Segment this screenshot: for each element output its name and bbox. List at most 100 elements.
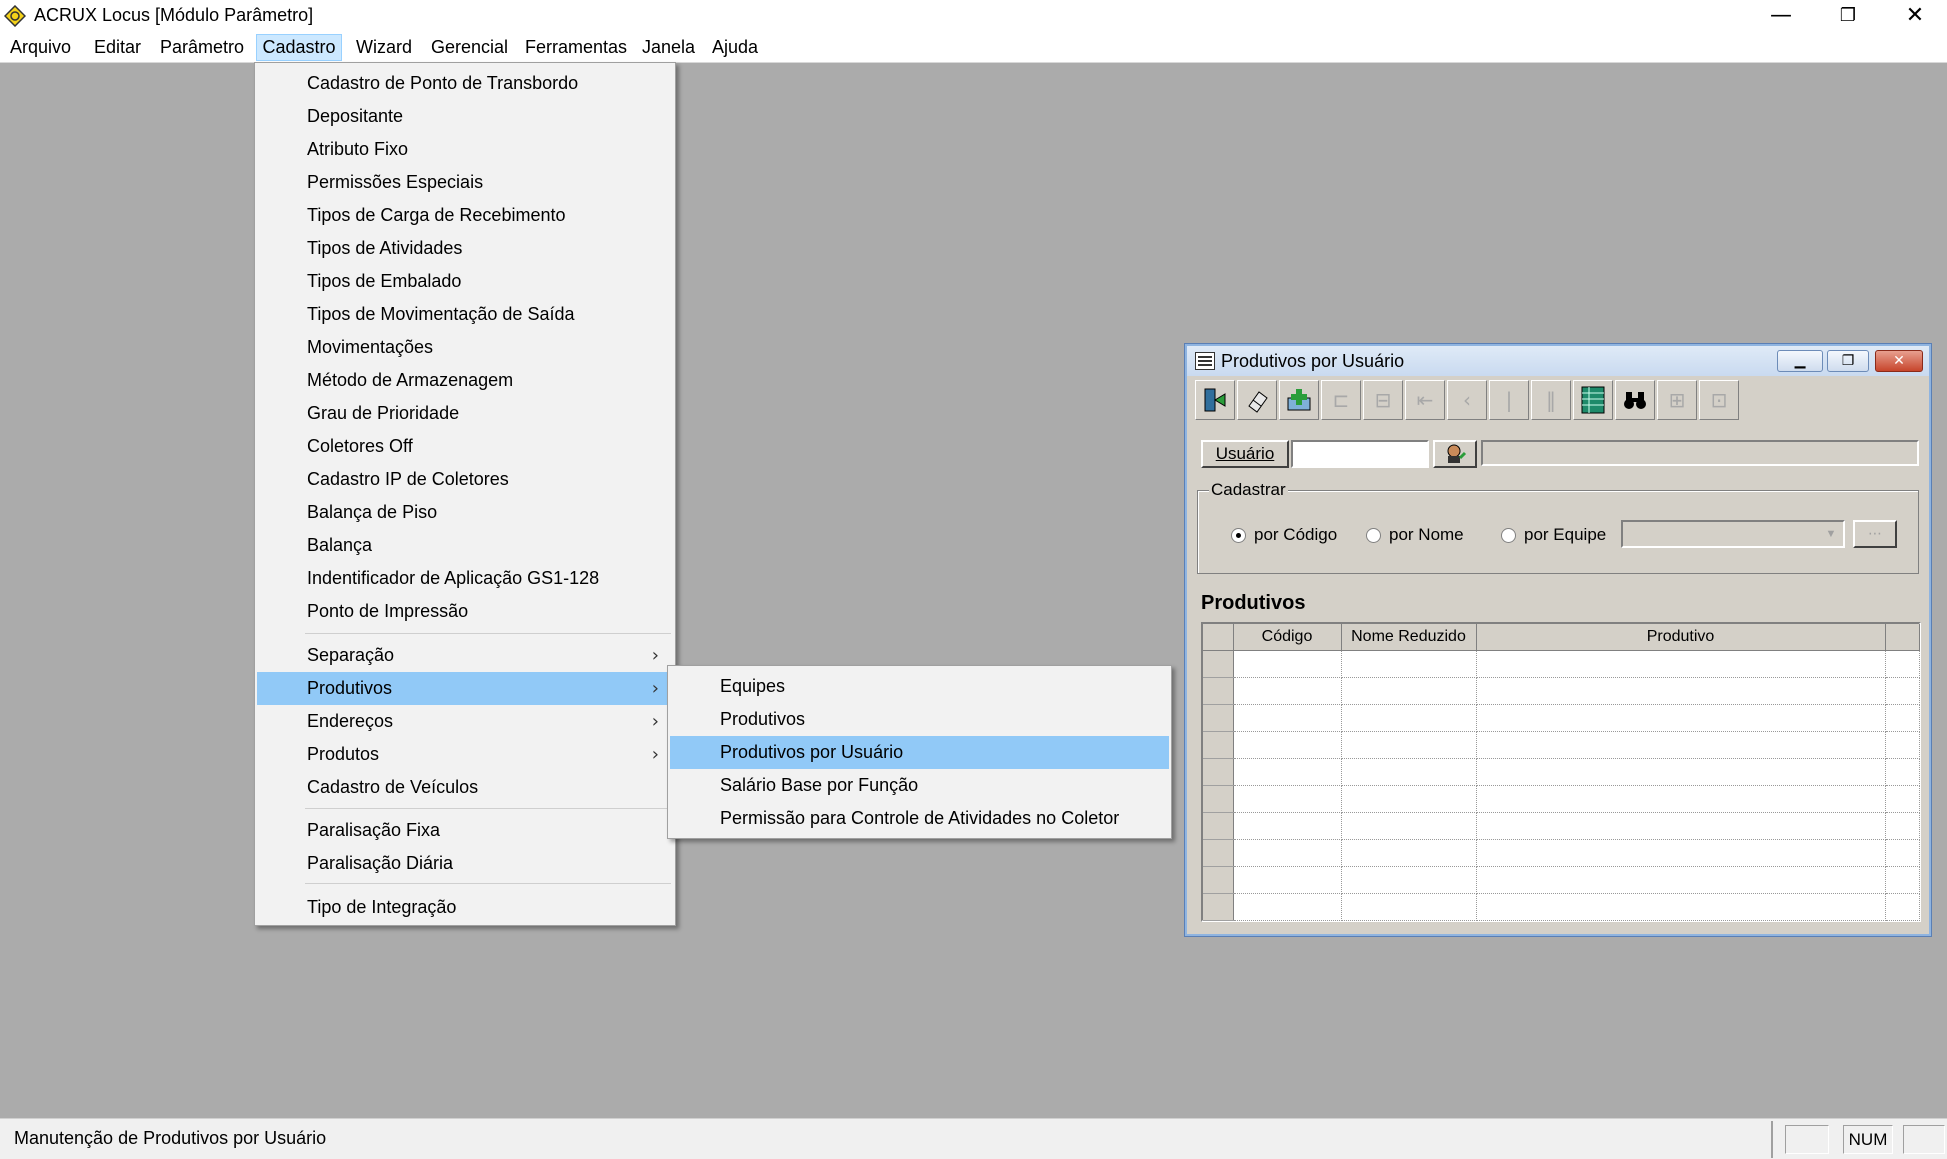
export-icon[interactable]: ⊞ xyxy=(1657,380,1697,420)
menu-item-cadastro-ip-coletores[interactable]: Cadastro IP de Coletores xyxy=(257,463,673,496)
child-minimize-button[interactable]: ▁ xyxy=(1777,350,1823,372)
table-cell[interactable] xyxy=(1341,731,1477,759)
menu-item-separacao[interactable]: Separação › xyxy=(257,639,673,672)
table-cell[interactable] xyxy=(1885,677,1920,705)
column-header-codigo[interactable]: Código xyxy=(1233,624,1342,651)
table-cell[interactable] xyxy=(1233,704,1342,732)
submenu-item-produtivos[interactable]: Produtivos xyxy=(670,703,1169,736)
table-cell[interactable] xyxy=(1476,758,1886,786)
menu-ajuda[interactable]: Ajuda xyxy=(710,34,760,61)
table-cell[interactable] xyxy=(1341,650,1477,678)
table-row[interactable] xyxy=(1203,893,1920,921)
binoculars-icon[interactable] xyxy=(1615,380,1655,420)
produtivos-grid[interactable]: Código Nome Reduzido Produtivo xyxy=(1201,622,1921,922)
table-cell[interactable] xyxy=(1233,839,1342,867)
table-cell[interactable] xyxy=(1476,812,1886,840)
table-row[interactable] xyxy=(1203,704,1920,732)
table-row[interactable] xyxy=(1203,677,1920,705)
grid-body[interactable] xyxy=(1203,650,1920,921)
table-cell[interactable] xyxy=(1233,731,1342,759)
menu-item-tipos-embalado[interactable]: Tipos de Embalado xyxy=(257,265,673,298)
menu-item-tipos-movimentacao-saida[interactable]: Tipos de Movimentação de Saída xyxy=(257,298,673,331)
table-cell[interactable] xyxy=(1476,731,1886,759)
table-cell[interactable] xyxy=(1885,758,1920,786)
next-record-icon[interactable]: | xyxy=(1489,380,1529,420)
menu-item-tipo-integracao[interactable]: Tipo de Integração xyxy=(257,891,673,924)
table-cell[interactable] xyxy=(1233,677,1342,705)
child-close-button[interactable]: ✕ xyxy=(1875,350,1923,372)
radio-por-equipe[interactable]: por Equipe xyxy=(1501,525,1606,545)
menu-item-atributo-fixo[interactable]: Atributo Fixo xyxy=(257,133,673,166)
menu-item-enderecos[interactable]: Endereços › xyxy=(257,705,673,738)
menu-item-coletores-off[interactable]: Coletores Off xyxy=(257,430,673,463)
submenu-item-permissao-controle-atividades[interactable]: Permissão para Controle de Atividades no… xyxy=(670,802,1169,835)
minimize-button[interactable]: — xyxy=(1748,0,1814,31)
table-cell[interactable] xyxy=(1341,839,1477,867)
table-cell[interactable] xyxy=(1233,785,1342,813)
menu-wizard[interactable]: Wizard xyxy=(354,34,414,61)
table-cell[interactable] xyxy=(1885,704,1920,732)
menu-item-permissoes-especiais[interactable]: Permissões Especiais xyxy=(257,166,673,199)
table-cell[interactable] xyxy=(1476,677,1886,705)
column-header-produtivo[interactable]: Produtivo xyxy=(1476,624,1886,651)
table-row[interactable] xyxy=(1203,650,1920,678)
menu-item-produtivos[interactable]: Produtivos › xyxy=(257,672,673,705)
menu-gerencial[interactable]: Gerencial xyxy=(429,34,510,61)
close-button[interactable]: ✕ xyxy=(1882,0,1947,31)
child-restore-button[interactable]: ❐ xyxy=(1827,350,1869,372)
table-cell[interactable] xyxy=(1341,893,1477,921)
table-row[interactable] xyxy=(1203,866,1920,894)
menu-item-identificador-gs1-128[interactable]: Indentificador de Aplicação GS1-128 xyxy=(257,562,673,595)
table-cell[interactable] xyxy=(1233,758,1342,786)
menu-item-grau-prioridade[interactable]: Grau de Prioridade xyxy=(257,397,673,430)
eraser-icon[interactable] xyxy=(1237,380,1277,420)
restore-button[interactable]: ❐ xyxy=(1815,0,1881,31)
table-cell[interactable] xyxy=(1476,839,1886,867)
table-cell[interactable] xyxy=(1885,839,1920,867)
menu-item-produtos[interactable]: Produtos › xyxy=(257,738,673,771)
menu-item-depositante[interactable]: Depositante xyxy=(257,100,673,133)
menu-item-ponto-transbordo[interactable]: Cadastro de Ponto de Transbordo xyxy=(257,67,673,100)
table-cell[interactable] xyxy=(1233,893,1342,921)
radio-por-codigo[interactable]: por Código xyxy=(1231,525,1337,545)
usuario-button[interactable]: Usuário xyxy=(1201,440,1289,468)
user-lookup-icon[interactable] xyxy=(1433,440,1477,468)
table-cell[interactable] xyxy=(1476,893,1886,921)
menu-item-tipos-atividades[interactable]: Tipos de Atividades xyxy=(257,232,673,265)
menu-parametro[interactable]: Parâmetro xyxy=(158,34,246,61)
grid-view-icon[interactable] xyxy=(1573,380,1613,420)
table-cell[interactable] xyxy=(1885,866,1920,894)
add-record-icon[interactable] xyxy=(1279,380,1319,420)
usuario-code-input[interactable] xyxy=(1291,440,1429,468)
table-cell[interactable] xyxy=(1233,812,1342,840)
table-row[interactable] xyxy=(1203,812,1920,840)
exit-icon[interactable] xyxy=(1195,380,1235,420)
first-record-icon[interactable]: ⇤ xyxy=(1405,380,1445,420)
radio-por-nome[interactable]: por Nome xyxy=(1366,525,1464,545)
table-row[interactable] xyxy=(1203,839,1920,867)
menu-item-tipos-carga-recebimento[interactable]: Tipos de Carga de Recebimento xyxy=(257,199,673,232)
table-row[interactable] xyxy=(1203,731,1920,759)
menu-item-ponto-impressao[interactable]: Ponto de Impressão xyxy=(257,595,673,628)
table-cell[interactable] xyxy=(1476,866,1886,894)
submenu-item-produtivos-por-usuario[interactable]: Produtivos por Usuário xyxy=(670,736,1169,769)
table-cell[interactable] xyxy=(1885,650,1920,678)
table-cell[interactable] xyxy=(1341,704,1477,732)
table-cell[interactable] xyxy=(1476,650,1886,678)
menu-item-cadastro-veiculos[interactable]: Cadastro de Veículos xyxy=(257,771,673,804)
menu-ferramentas[interactable]: Ferramentas xyxy=(523,34,629,61)
delete-row-icon[interactable]: ⊟ xyxy=(1363,380,1403,420)
table-cell[interactable] xyxy=(1885,731,1920,759)
table-cell[interactable] xyxy=(1885,785,1920,813)
menu-item-balanca[interactable]: Balança xyxy=(257,529,673,562)
menu-item-balanca-piso[interactable]: Balança de Piso xyxy=(257,496,673,529)
menu-cadastro[interactable]: Cadastro xyxy=(256,34,342,61)
menu-item-movimentacoes[interactable]: Movimentações xyxy=(257,331,673,364)
last-record-icon[interactable]: ‖ xyxy=(1531,380,1571,420)
menu-arquivo[interactable]: Arquivo xyxy=(8,34,73,61)
menu-item-paralisacao-fixa[interactable]: Paralisação Fixa xyxy=(257,814,673,847)
table-cell[interactable] xyxy=(1476,704,1886,732)
table-cell[interactable] xyxy=(1341,785,1477,813)
table-cell[interactable] xyxy=(1341,758,1477,786)
equipe-lookup-button[interactable]: ⋯ xyxy=(1853,520,1897,548)
